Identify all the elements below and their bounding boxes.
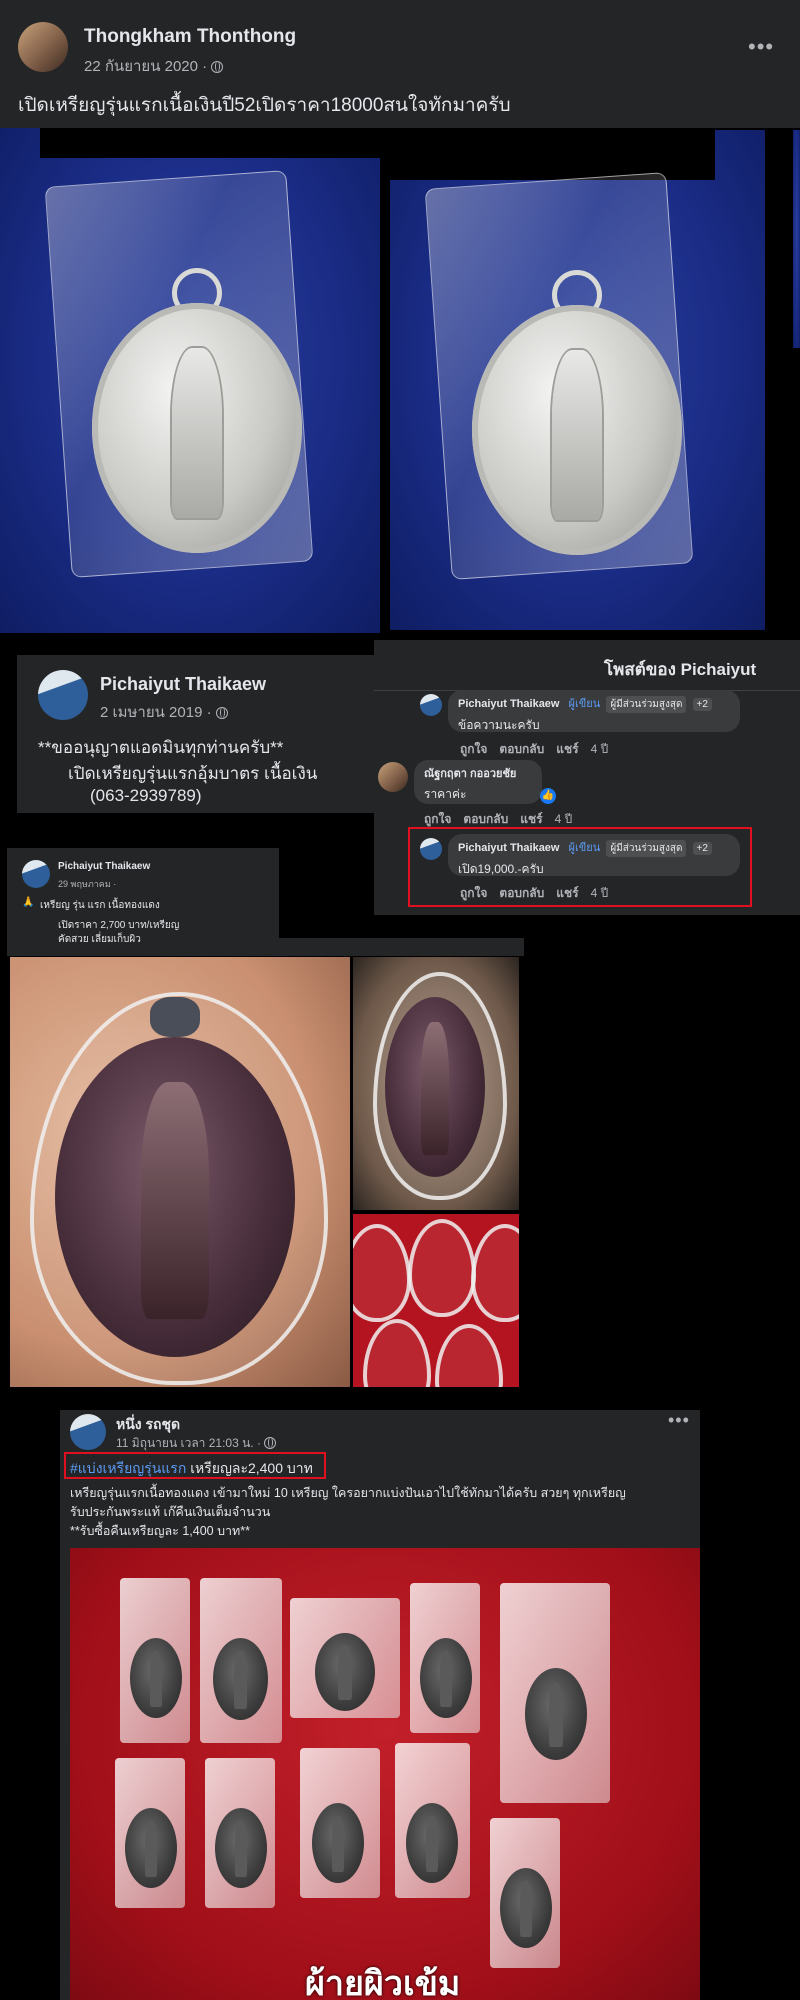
comment-bubble: ณัฐกฤตา กออวยชัย ราคาค่ะ <box>414 760 542 804</box>
post-text-line-1: เหรียญ รุ่น แรก เนื้อทองแดง <box>40 900 160 911</box>
copper-medal <box>215 1808 267 1888</box>
avatar[interactable] <box>22 860 50 888</box>
medal-ribbon <box>150 997 200 1037</box>
post-date[interactable]: 22 กันยายน 2020 · <box>84 54 224 78</box>
badge-count: +2 <box>692 698 712 711</box>
more-options-button[interactable]: ••• <box>668 1410 690 1431</box>
comment-bubble: Pichaiyut Thaikaew ผู้เขียน ผู้มีส่วนร่ว… <box>448 690 740 732</box>
copper-medal <box>500 1868 552 1948</box>
share-link[interactable]: แชร์ <box>556 742 578 756</box>
post-text-line-3: (063-2939789) <box>90 786 202 805</box>
globe-icon <box>215 707 228 719</box>
post-photo-coins[interactable]: ผ้ายผิวเข้ม <box>70 1548 700 2000</box>
copper-medal <box>213 1638 268 1720</box>
post-photo-side-top[interactable] <box>353 957 519 1210</box>
medal-casing <box>408 1219 476 1317</box>
author-name[interactable]: Thongkham Thonthong <box>84 26 296 48</box>
post-date[interactable]: 29 พฤษภาคม · <box>58 877 116 891</box>
author-name[interactable]: Pichaiyut Thaikaew <box>58 861 150 872</box>
comment-actions: ถูกใจ ตอบกลับ แชร์ 4 ปี <box>460 740 620 759</box>
comment-author[interactable]: ณัฐกฤตา กออวยชัย <box>424 764 532 782</box>
comment-text: ราคาค่ะ <box>424 787 467 801</box>
reply-link[interactable]: ตอบกลับ <box>463 812 508 826</box>
pray-icon: 🙏 <box>22 897 35 908</box>
highlight-box <box>408 827 752 907</box>
bronze-medal <box>55 1037 295 1357</box>
post-text: เปิดเหรียญรุ่นแรกเนื้อเงินปี52เปิดราคา18… <box>18 95 511 116</box>
post-date-text: 22 กันยายน 2020 · <box>84 58 208 75</box>
comment-age: 4 ปี <box>590 742 609 756</box>
commenter-avatar[interactable] <box>378 762 408 792</box>
silver-medal <box>92 303 302 553</box>
comment-text: ข้อความนะครับ <box>458 718 540 732</box>
author-badge: ผู้เขียน <box>568 698 601 710</box>
commenter-avatar[interactable] <box>420 694 442 716</box>
avatar[interactable] <box>18 22 68 72</box>
reply-link[interactable]: ตอบกลับ <box>499 742 544 756</box>
post-body-line-2: รับประกันพระแท้ เก๊คืนเงินเต็มจำนวน <box>70 1505 271 1519</box>
author-name[interactable]: หนึ่ง รถชุด <box>116 1414 180 1436</box>
globe-icon <box>264 1437 277 1449</box>
post-photo-left[interactable] <box>0 128 380 633</box>
copper-medal <box>130 1638 182 1718</box>
black-corner <box>40 128 380 158</box>
copper-medal <box>406 1803 458 1883</box>
post-text-line-3: คัดสวย เลี่ยมเก็บผิว <box>58 934 141 945</box>
post-body-line-1: เหรียญรุ่นแรกเนื้อทองแดง เข้ามาใหม่ 10 เ… <box>70 1486 626 1500</box>
post-text-line-2: เปิดเหรียญรุ่นแรกอุ้มบาตร เนื้อเงิน <box>68 764 318 783</box>
post-body-line-3: **รับซื้อคืนเหรียญละ 1,400 บาท** <box>70 1524 250 1538</box>
post-date[interactable]: 2 เมษายน 2019 · <box>100 700 228 724</box>
highlight-box <box>64 1452 326 1479</box>
post-text-line-1: **ขออนุญาตแอดมินทุกท่านครับ** <box>38 738 284 757</box>
copper-medal <box>312 1803 364 1883</box>
post-photo-edge <box>793 130 800 348</box>
post-text-line-2: เปิดราคา 2,700 บาท/เหรียญ <box>58 920 180 931</box>
post-photo-side-bottom[interactable] <box>353 1214 519 1387</box>
copper-medal <box>315 1633 375 1711</box>
author-name[interactable]: Pichaiyut Thaikaew <box>100 674 266 695</box>
more-options-button[interactable]: ••• <box>748 34 774 60</box>
avatar[interactable] <box>70 1414 106 1450</box>
medal-casing <box>353 1224 411 1322</box>
comments-panel-title: โพสต์ของ Pichaiyut <box>604 660 757 679</box>
share-link[interactable]: แชร์ <box>520 812 542 826</box>
top-contributor-badge: ผู้มีส่วนร่วมสูงสุด <box>606 696 687 713</box>
like-link[interactable]: ถูกใจ <box>424 812 451 826</box>
post-photo-right[interactable] <box>390 130 765 630</box>
photo-caption: ผ้ายผิวเข้ม <box>305 1965 461 2000</box>
medal-casing <box>435 1324 503 1387</box>
avatar[interactable] <box>38 670 88 720</box>
copper-medal <box>420 1638 472 1718</box>
comment-age: 4 ปี <box>554 812 573 826</box>
post-date-text: 29 พฤษภาคม · <box>58 879 117 889</box>
black-corner <box>390 130 715 180</box>
copper-medal <box>525 1668 587 1760</box>
globe-icon <box>211 61 224 73</box>
post-date-text: 2 เมษายน 2019 · <box>100 704 212 721</box>
like-reaction-icon: 👍 <box>540 788 556 804</box>
post-photo-main[interactable] <box>10 957 350 1387</box>
post-date[interactable]: 11 มิถุนายน เวลา 21:03 น. · <box>116 1434 277 1453</box>
comment-author[interactable]: Pichaiyut Thaikaew <box>458 698 559 710</box>
copper-medal <box>125 1808 177 1888</box>
bronze-medal <box>385 997 485 1177</box>
like-link[interactable]: ถูกใจ <box>460 742 487 756</box>
silver-medal <box>472 305 682 555</box>
medal-casing <box>471 1224 519 1322</box>
post-date-text: 11 มิถุนายน เวลา 21:03 น. · <box>116 1436 261 1450</box>
medal-casing <box>363 1319 431 1387</box>
